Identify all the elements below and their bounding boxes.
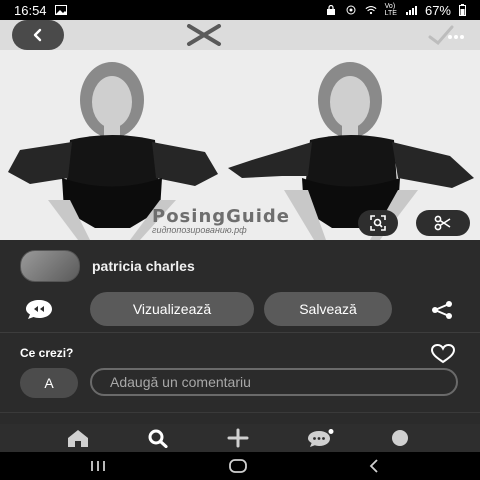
back-button[interactable] xyxy=(12,20,64,50)
chevron-left-icon xyxy=(33,28,42,42)
comment-button[interactable] xyxy=(24,298,54,325)
chat-bubble-icon xyxy=(26,300,52,319)
more-options-button[interactable] xyxy=(420,22,472,48)
save-button[interactable]: Salvează xyxy=(264,292,392,326)
visual-search-button[interactable] xyxy=(358,210,398,236)
watermark-title: PosingGuide xyxy=(152,206,290,227)
comments-heading: Ce crezi? xyxy=(20,346,74,360)
tab-messages[interactable] xyxy=(300,426,340,450)
system-nav-bar xyxy=(0,452,480,480)
divider xyxy=(0,332,480,333)
battery-icon xyxy=(459,4,466,16)
visual-search-icon xyxy=(370,215,386,231)
action-row: Vizualizează Salvează xyxy=(0,292,480,328)
battery-level: 67% xyxy=(424,2,451,18)
wifi-icon xyxy=(365,6,377,15)
messages-icon xyxy=(308,429,334,447)
commenter-avatar: A xyxy=(20,368,78,398)
author-name[interactable]: patricia charles xyxy=(92,258,195,274)
tab-create[interactable] xyxy=(218,426,258,450)
status-bar: 16:54 Vo) LTE 67% xyxy=(0,0,480,20)
network-type: Vo) LTE xyxy=(384,3,397,17)
home-circle-icon xyxy=(229,459,247,473)
status-time: 16:54 xyxy=(14,2,47,18)
heart-icon xyxy=(430,343,456,364)
hotspot-icon xyxy=(346,5,356,15)
watermark: PosingGuide гидпопозированию.рф xyxy=(152,206,290,235)
create-plus-icon xyxy=(227,428,249,448)
profile-icon xyxy=(392,430,408,446)
home-icon xyxy=(68,430,88,447)
author-avatar[interactable] xyxy=(20,250,80,282)
signal-icon xyxy=(405,6,417,15)
pin-details-sheet: patricia charles Vizualizează Salvează C… xyxy=(0,240,480,424)
recents-icon xyxy=(91,461,105,471)
tab-profile[interactable] xyxy=(380,426,420,450)
x-mark-icon xyxy=(187,24,221,46)
visit-button[interactable]: Vizualizează xyxy=(90,292,254,326)
scissors-icon xyxy=(434,215,451,231)
comment-input[interactable] xyxy=(90,368,458,396)
author-row[interactable]: patricia charles xyxy=(20,250,195,282)
share-icon xyxy=(432,301,452,319)
back-arrow-icon xyxy=(369,459,378,473)
recents-button[interactable] xyxy=(78,456,118,476)
gallery-icon xyxy=(54,5,67,15)
tab-bar xyxy=(0,424,480,452)
crop-button[interactable] xyxy=(416,210,470,236)
tab-search[interactable] xyxy=(138,426,178,450)
lock-icon xyxy=(326,5,335,15)
tab-home[interactable] xyxy=(58,426,98,450)
pin-image[interactable]: PosingGuide гидпопозированию.рф xyxy=(0,20,480,240)
system-home-button[interactable] xyxy=(218,456,258,476)
like-button[interactable] xyxy=(430,343,456,369)
search-icon xyxy=(148,429,168,448)
divider xyxy=(0,412,480,413)
pin-header xyxy=(0,20,480,50)
share-button[interactable] xyxy=(430,300,454,325)
system-back-button[interactable] xyxy=(354,456,394,476)
more-dots-icon xyxy=(428,25,464,46)
